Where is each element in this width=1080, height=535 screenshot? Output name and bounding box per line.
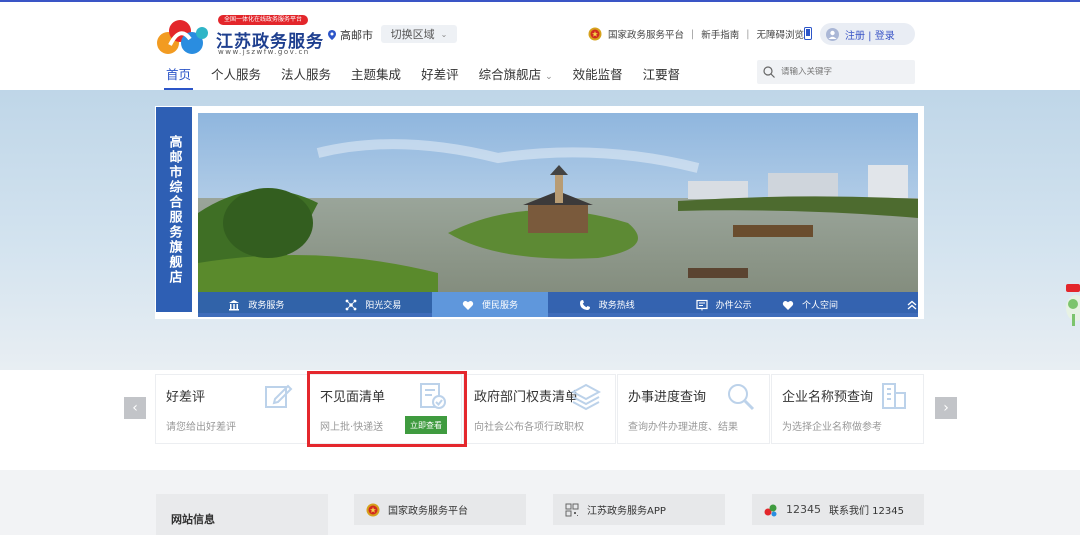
national-emblem-icon (588, 27, 602, 41)
mobile-phone-icon[interactable] (804, 27, 812, 40)
nav-flagship-store[interactable]: 综合旗舰店 ⌄ (469, 64, 563, 90)
chevron-down-icon: ⌄ (545, 72, 553, 82)
footer-link-contact-12345[interactable]: 12345 联系我们 12345 (752, 494, 924, 525)
city-banner-image (198, 113, 918, 313)
city-name: 高邮市 (340, 29, 373, 42)
hotline-logo-text: 12345 (786, 503, 821, 516)
hotline-12345-logo-icon (764, 504, 777, 516)
tab-personal-space[interactable]: 个人空间 (781, 292, 918, 317)
tab-label: 个人空间 (801, 301, 838, 311)
login-register-button[interactable]: 注册 | 登录 (820, 23, 915, 45)
tab-label: 政务热线 (598, 301, 635, 311)
qr-code-icon (565, 503, 579, 516)
store-side-title: 高邮市综合服务旗舰店 (156, 107, 192, 312)
chevron-right-icon: › (943, 400, 949, 416)
hotline-icon (579, 299, 590, 310)
card-title: 政府部门权责清单 (474, 390, 579, 405)
switch-area-label: 切换区域 (390, 28, 435, 41)
user-icon (826, 27, 839, 41)
highlight-box (307, 371, 467, 447)
search-icon (728, 384, 755, 411)
card-title: 好差评 (166, 390, 206, 405)
search-input[interactable] (781, 67, 911, 77)
site-info-title: 网站信息 (156, 494, 328, 535)
link-national-platform[interactable]: 国家政务服务平台 (608, 27, 684, 41)
nav-corporate-services[interactable]: 法人服务 (271, 64, 341, 90)
heart-user-icon (782, 300, 794, 310)
chevron-double-up-icon[interactable] (906, 299, 918, 311)
city-landscape-illustration (198, 113, 918, 313)
service-card-power-responsibility-list[interactable]: 政府部门权责清单 向社会公布各项行政职权 (463, 374, 616, 444)
footer-link-app[interactable]: 江苏政务服务APP (553, 494, 725, 525)
nav-efficiency-supervision[interactable]: 效能监督 (563, 64, 633, 90)
edit-icon (265, 384, 293, 408)
logo-url: www.jszwfw.gov.cn (218, 48, 310, 56)
card-desc: 查询办件办理进度、结果 (628, 422, 738, 433)
switch-area-button[interactable]: 切换区域 ⌄ (381, 25, 457, 43)
footer-link-label: 国家政务服务平台 (388, 506, 468, 517)
top-links: 国家政务服务平台 | 新手指南 | 无障碍浏览 (588, 27, 804, 41)
tab-government-services[interactable]: 政务服务 (198, 292, 315, 317)
divider: | (691, 28, 695, 40)
nav-good-bad-review[interactable]: 好差评 (411, 64, 469, 90)
footer-link-label: 江苏政务服务APP (587, 506, 666, 517)
tab-label: 政务服务 (248, 301, 285, 311)
main-nav: 首页 个人服务 法人服务 主题集成 好差评 综合旗舰店 ⌄ 效能监督 江要督 (156, 64, 690, 90)
heart-icon (462, 300, 474, 310)
national-emblem-icon (366, 503, 380, 516)
card-desc: 向社会公布各项行政职权 (474, 422, 584, 433)
logo-mark-icon (157, 20, 208, 54)
nav-theme-integration[interactable]: 主题集成 (341, 64, 411, 90)
card-desc: 为选择企业名称做参考 (782, 422, 882, 433)
tab-case-announcement[interactable]: 办件公示 (665, 292, 782, 317)
network-icon (345, 299, 357, 310)
layers-icon (571, 383, 601, 411)
chevron-down-icon: ⌄ (440, 29, 448, 39)
card-title: 企业名称预查询 (782, 390, 874, 405)
tab-convenience-services[interactable]: 便民服务 (431, 292, 549, 317)
nav-jiangyaodu[interactable]: 江要督 (633, 64, 691, 90)
nav-personal-services[interactable]: 个人服务 (201, 64, 271, 90)
service-card-good-bad-review[interactable]: 好差评 请您给出好差评 (155, 374, 308, 444)
carousel-prev-button[interactable]: ‹ (124, 397, 146, 419)
tab-label: 便民服务 (481, 301, 518, 311)
current-city: 高邮市 (328, 27, 373, 43)
tab-label: 办件公示 (715, 301, 752, 311)
service-card-progress-query[interactable]: 办事进度查询 查询办件办理进度、结果 (617, 374, 770, 444)
location-pin-icon (328, 30, 336, 40)
card-title: 办事进度查询 (628, 390, 707, 405)
card-desc: 请您给出好差评 (166, 422, 236, 433)
footer-link-national-platform[interactable]: 国家政务服务平台 (354, 494, 526, 525)
logo-badge: 全国一体化在线政务服务平台 (218, 15, 309, 25)
link-accessibility[interactable]: 无障碍浏览 (756, 27, 804, 41)
carousel-next-button[interactable]: › (935, 397, 957, 419)
tab-government-hotline[interactable]: 政务热线 (548, 292, 666, 317)
government-building-icon (229, 299, 240, 310)
building-icon (882, 383, 906, 409)
search-box (757, 60, 915, 84)
search-icon[interactable] (763, 66, 775, 78)
footer-link-label: 联系我们 12345 (829, 506, 904, 517)
nav-flagship-store-label: 综合旗舰店 (478, 67, 542, 82)
top-header: 全国一体化在线政务服务平台 江苏政务服务 www.jszwfw.gov.cn 高… (0, 0, 1080, 90)
divider: | (746, 28, 750, 40)
service-card-company-name-precheck[interactable]: 企业名称预查询 为选择企业名称做参考 (771, 374, 924, 444)
nav-home[interactable]: 首页 (156, 64, 201, 90)
notice-board-icon (695, 299, 708, 310)
tab-public-trading[interactable]: 阳光交易 (314, 292, 432, 317)
store-tabs: 政务服务 阳光交易 便民服务 政务热线 办件公示 个人空间 (198, 292, 918, 317)
chevron-left-icon: ‹ (132, 400, 138, 416)
site-logo[interactable]: 全国一体化在线政务服务平台 江苏政务服务 www.jszwfw.gov.cn (156, 15, 323, 57)
link-beginner-guide[interactable]: 新手指南 (701, 27, 739, 41)
floating-service-widget-icon[interactable] (1062, 278, 1080, 328)
login-label: 注册 | 登录 (845, 30, 895, 42)
tab-label: 阳光交易 (365, 301, 402, 311)
